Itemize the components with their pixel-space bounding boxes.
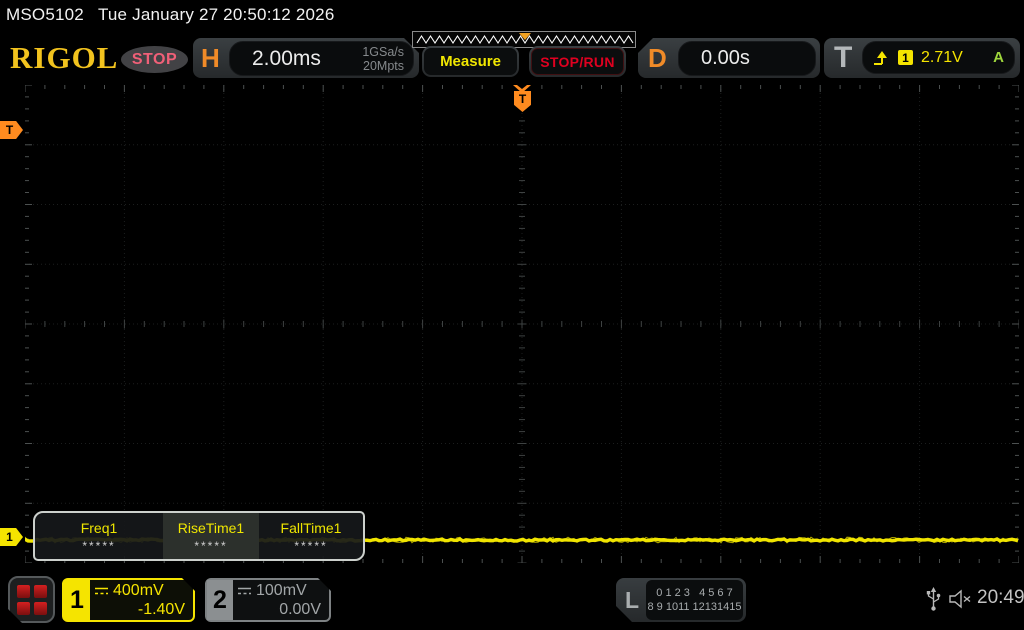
channel2-number: 2: [207, 580, 233, 620]
trigger-level-marker[interactable]: T: [0, 121, 23, 139]
channel2-badge[interactable]: 2 100mV 0.00V: [205, 578, 331, 622]
measurement-name: FallTime1: [281, 520, 342, 536]
channel1-scale: 400mV: [113, 581, 164, 600]
memory-depth: 20Mpts: [362, 59, 404, 73]
stop-run-button-label: STOP/RUN: [531, 48, 624, 75]
trigger-level-marker-label: T: [6, 123, 13, 137]
timebase-value: 2.00ms: [252, 42, 321, 75]
trigger-mode: A: [993, 49, 1004, 66]
rigol-logo: RIGOL: [10, 40, 118, 76]
trigger-box: 1 2.71V A: [862, 41, 1015, 74]
menu-grid-button[interactable]: [8, 576, 55, 623]
channel2-scale: 100mV: [256, 581, 307, 600]
channel1-number: 1: [64, 580, 90, 620]
delay-box: 0.00s: [678, 41, 816, 76]
trigger-panel[interactable]: T 1 2.71V A: [824, 38, 1020, 78]
model-name: MSO5102: [6, 5, 84, 24]
delay-label: D: [648, 38, 667, 78]
logic-channels-badge[interactable]: L 0 1 2 3 4 5 6 7 8 9 1011 12131415: [616, 578, 746, 622]
delay-value: 0.00s: [701, 42, 750, 75]
waveform-display[interactable]: T: [25, 85, 1019, 563]
channel2-values: 100mV 0.00V: [237, 581, 321, 619]
dc-coupling-icon: [94, 586, 109, 596]
ch1-position-marker-label: 1: [6, 530, 13, 544]
ch1-position-marker[interactable]: 1: [0, 528, 23, 546]
acquisition-info: 1GSa/s 20Mpts: [362, 45, 404, 73]
clock: 20:49: [977, 587, 1024, 609]
measurement-value: *****: [194, 539, 227, 553]
channel1-badge[interactable]: 1 400mV -1.40V: [62, 578, 195, 622]
logic-channel-list: 0 1 2 3 4 5 6 7 8 9 1011 12131415: [646, 580, 743, 620]
run-state-badge: STOP: [121, 46, 188, 73]
measurement-popup: Freq1 ***** RiseTime1 ***** FallTime1 **…: [33, 511, 365, 561]
logic-row-2: 8 9 1011 12131415: [648, 601, 742, 614]
stop-run-button[interactable]: STOP/RUN: [529, 46, 626, 77]
measurement-item-risetime1[interactable]: RiseTime1 *****: [163, 513, 259, 559]
speaker-muted-icon: [948, 589, 974, 609]
graticule-grid: [25, 85, 1019, 563]
logic-row-1: 0 1 2 3 4 5 6 7: [656, 587, 732, 600]
channel1-offset: -1.40V: [94, 600, 185, 619]
measurement-value: *****: [82, 539, 115, 553]
preview-trigger-marker-icon: [519, 33, 531, 40]
sample-rate: 1GSa/s: [362, 45, 404, 59]
timebase-box: 2.00ms 1GSa/s 20Mpts: [229, 41, 414, 76]
oscilloscope-screen: MSO5102 Tue January 27 20:50:12 2026 RIGO…: [0, 0, 1024, 630]
trigger-position-marker-label: T: [519, 91, 526, 112]
measurement-name: Freq1: [81, 520, 118, 536]
measurement-item-freq1[interactable]: Freq1 *****: [35, 513, 163, 559]
measurement-item-falltime1[interactable]: FallTime1 *****: [259, 513, 363, 559]
menu-grid-icon: [17, 585, 47, 615]
trigger-level-value: 2.71V: [921, 49, 963, 67]
trigger-position-triangle-inner: [517, 85, 527, 89]
measure-button-label: Measure: [424, 48, 517, 75]
measure-button[interactable]: Measure: [422, 46, 519, 77]
datetime: Tue January 27 20:50:12 2026: [98, 5, 335, 24]
horizontal-label: H: [201, 38, 220, 78]
channel1-values: 400mV -1.40V: [94, 581, 185, 619]
measurement-name: RiseTime1: [178, 520, 244, 536]
trigger-source-badge: 1: [898, 50, 913, 65]
rising-edge-icon: [873, 50, 890, 66]
dc-coupling-icon: [237, 586, 252, 596]
status-bar: MSO5102 Tue January 27 20:50:12 2026: [6, 5, 335, 25]
delay-panel[interactable]: D 0.00s: [638, 38, 820, 78]
logic-label: L: [625, 578, 639, 622]
trigger-label: T: [834, 38, 852, 78]
usb-icon: [926, 586, 941, 612]
channel2-offset: 0.00V: [237, 600, 321, 619]
measurement-value: *****: [294, 539, 327, 553]
horizontal-panel[interactable]: H 2.00ms 1GSa/s 20Mpts: [193, 38, 419, 78]
